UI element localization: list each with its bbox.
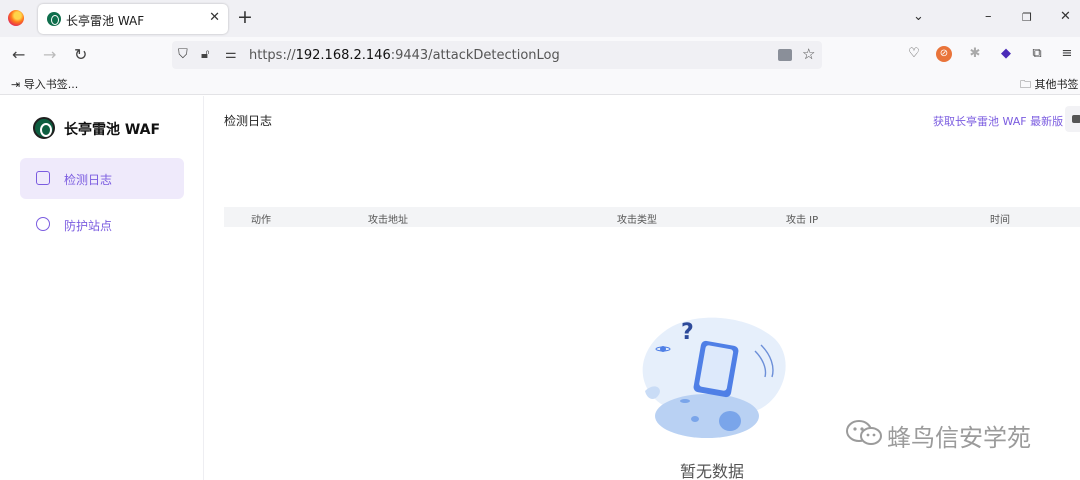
other-bookmarks-label: 其他书签 bbox=[1034, 78, 1079, 91]
url-path: :9443/attackDetectionLog bbox=[390, 48, 560, 63]
sidebar-item-label: 防护站点 bbox=[64, 219, 113, 233]
import-icon: ⇥ bbox=[11, 78, 24, 91]
shield-icon[interactable]: ⛉ bbox=[178, 47, 188, 62]
bookmarks-bar: ⇥ 导入书签... 🗀︎ 其他书签 bbox=[0, 73, 1080, 95]
brand-logo-icon bbox=[33, 117, 55, 139]
gear-icon bbox=[36, 217, 50, 231]
reload-icon[interactable]: ↻ bbox=[74, 45, 87, 64]
sidebar-item-protected-sites[interactable]: 防护站点 bbox=[20, 204, 184, 245]
extension-blocker-icon[interactable]: ⊘ bbox=[936, 46, 952, 62]
url-text[interactable]: https://192.168.2.146:9443/attackDetecti… bbox=[249, 48, 560, 63]
lock-icon[interactable]: 🔓︎ bbox=[201, 47, 209, 62]
import-bookmarks-label: 导入书签... bbox=[23, 78, 79, 91]
sidebar: 长亭雷池 WAF 检测日志 防护站点 bbox=[0, 96, 204, 480]
sidebar-item-label: 检测日志 bbox=[64, 173, 113, 187]
url-host: 192.168.2.146 bbox=[295, 48, 391, 63]
site-favicon-icon bbox=[47, 12, 61, 26]
reader-view-icon[interactable] bbox=[778, 49, 792, 61]
column-header: 攻击 IP bbox=[786, 215, 819, 226]
watermark-text: 蜂鸟信安学苑 bbox=[887, 424, 1031, 452]
url-bar[interactable]: ⛉ 🔓︎ ⚌ https://192.168.2.146:9443/attack… bbox=[172, 41, 822, 69]
menu-icon[interactable]: ≡ bbox=[1059, 46, 1075, 62]
page-title: 检测日志 bbox=[224, 114, 273, 128]
permissions-icon[interactable]: ⚌ bbox=[225, 47, 237, 62]
empty-state-text: 暂无数据 bbox=[680, 462, 745, 480]
tab-title: 长亭雷池 WAF bbox=[66, 14, 145, 28]
back-icon[interactable]: ← bbox=[12, 45, 25, 64]
bookmark-star-icon[interactable]: ☆ bbox=[802, 45, 815, 63]
wechat-icon bbox=[846, 420, 882, 445]
close-tab-icon[interactable]: ✕ bbox=[209, 10, 220, 25]
table-header: 动作 攻击地址 攻击类型 攻击 IP 时间 bbox=[224, 207, 1080, 227]
svg-text:?: ? bbox=[681, 320, 694, 345]
import-bookmarks-item[interactable]: ⇥ 导入书签... bbox=[11, 76, 78, 92]
extension-purple-icon[interactable]: ◆ bbox=[998, 46, 1014, 62]
forward-icon: → bbox=[43, 45, 57, 64]
brand-name: 长亭雷池 WAF bbox=[64, 122, 161, 138]
extension-gray-icon[interactable]: ✱ bbox=[967, 46, 983, 62]
folder-icon: 🗀︎ bbox=[1020, 78, 1035, 91]
video-icon[interactable] bbox=[1065, 106, 1080, 132]
column-header: 时间 bbox=[990, 215, 1010, 226]
get-latest-version-link[interactable]: 获取长亭雷池 WAF 最新版 bbox=[933, 113, 1063, 129]
other-bookmarks-item[interactable]: 🗀︎ 其他书签 bbox=[1020, 76, 1079, 95]
close-window-icon[interactable]: ✕ bbox=[1060, 9, 1071, 24]
restore-icon[interactable]: ❐ bbox=[1022, 11, 1032, 24]
empty-state-illustration: ? bbox=[642, 317, 786, 438]
navigation-bar: ← → ↻ ⛉ 🔓︎ ⚌ https://192.168.2.146:9443/… bbox=[0, 37, 1080, 73]
browser-tab[interactable]: 长亭雷池 WAF ✕ bbox=[38, 4, 228, 34]
firefox-icon[interactable] bbox=[8, 10, 24, 26]
minimize-icon[interactable]: – bbox=[985, 9, 992, 24]
url-scheme: https:// bbox=[249, 48, 296, 63]
tab-strip: 长亭雷池 WAF ✕ + ⌄ – ❐ ✕ bbox=[0, 0, 1080, 37]
list-tabs-icon[interactable]: ⌄ bbox=[913, 9, 924, 24]
column-header: 攻击类型 bbox=[617, 215, 657, 226]
new-tab-icon[interactable]: + bbox=[237, 7, 253, 27]
extensions-icon[interactable]: ⧉ bbox=[1029, 46, 1045, 62]
sidebar-item-detection-log[interactable]: 检测日志 bbox=[20, 158, 184, 199]
pocket-icon[interactable]: ♡ bbox=[906, 46, 922, 62]
column-header: 动作 bbox=[251, 215, 271, 226]
column-header: 攻击地址 bbox=[368, 215, 408, 226]
log-icon bbox=[36, 171, 50, 185]
